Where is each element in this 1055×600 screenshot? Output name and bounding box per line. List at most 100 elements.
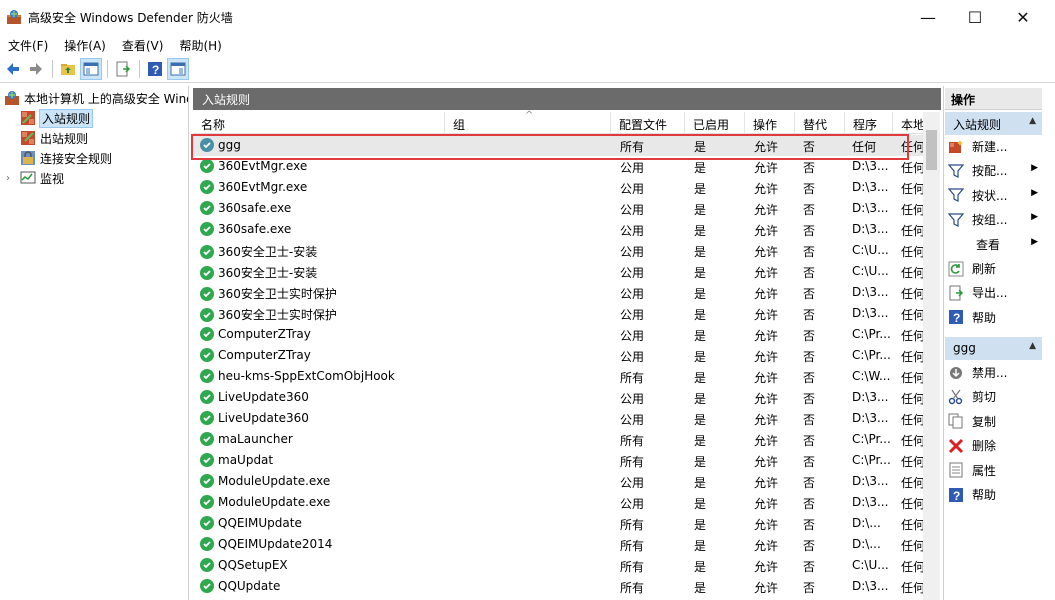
rule-profile-cell: 所有 <box>620 455 645 469</box>
action-item[interactable]: 新建... <box>948 135 1042 158</box>
toolbar-divider <box>107 60 108 78</box>
actions-section-inbound[interactable]: 入站规则 ▲ <box>945 112 1042 135</box>
rule-action-cell: 允许 <box>754 392 779 406</box>
rule-row[interactable]: ModuleUpdate.exe 公用 是 允许 否 D:\3... 任何 <box>193 492 923 513</box>
action-item[interactable]: 导出... <box>948 281 1042 304</box>
column-header-action[interactable]: 操作 <box>745 112 795 134</box>
rule-row[interactable]: 360EvtMgr.exe 公用 是 允许 否 D:\3... 任何 <box>193 177 923 198</box>
rule-name-cell: heu-kms-SppExtComObjHook <box>200 369 395 383</box>
rule-name-cell: 360safe.exe <box>200 201 291 215</box>
actions-section-selected-rule[interactable]: ggg ▲ <box>945 337 1042 360</box>
action-item[interactable]: ? 帮助 <box>948 306 1042 329</box>
action-item[interactable]: 删除 <box>948 434 1042 457</box>
rule-local-cell: 任何 <box>901 308 923 322</box>
show-action-pane-button[interactable] <box>167 58 189 80</box>
back-button[interactable] <box>2 58 24 80</box>
rule-action-cell: 允许 <box>754 161 779 175</box>
rule-local-cell: 任何 <box>901 329 923 343</box>
action-label: 新建... <box>972 140 1008 154</box>
menu-file[interactable]: 文件(F) <box>0 34 56 55</box>
column-header-enabled[interactable]: 已启用 <box>685 112 745 134</box>
close-button[interactable]: ✕ <box>1000 0 1046 34</box>
scrollbar-thumb[interactable] <box>926 130 937 170</box>
rule-row[interactable]: maUpdat 所有 是 允许 否 C:\Pr... 任何 <box>193 450 923 471</box>
rule-enabled-cell: 是 <box>694 329 707 343</box>
rule-row[interactable]: ComputerZTray 公用 是 允许 否 C:\Pr... 任何 <box>193 345 923 366</box>
rule-row[interactable]: QQUpdate 所有 是 允许 否 D:\3... 任何 <box>193 576 923 597</box>
tree-item-outbound-rules[interactable]: 出站规则 <box>20 128 88 148</box>
minimize-button[interactable]: — <box>905 0 951 34</box>
rule-row[interactable]: maLauncher 所有 是 允许 否 C:\Pr... 任何 <box>193 429 923 450</box>
maximize-button[interactable]: ☐ <box>952 0 998 34</box>
rule-action-cell: 允许 <box>754 350 779 364</box>
rule-row[interactable]: LiveUpdate360 公用 是 允许 否 D:\3... 任何 <box>193 387 923 408</box>
rule-program-cell: C:\Pr... <box>852 432 891 446</box>
column-header-override[interactable]: 替代 <box>795 112 845 134</box>
rule-name: 360安全卫士-安装 <box>218 266 318 280</box>
tree-item-label: 连接安全规则 <box>40 151 113 166</box>
rule-row[interactable]: QQEIMUpdate2014 所有 是 允许 否 D:\... 任何 <box>193 534 923 555</box>
rule-row[interactable]: LiveUpdate360 公用 是 允许 否 D:\3... 任何 <box>193 408 923 429</box>
action-item[interactable]: 刷新 <box>948 257 1042 280</box>
collapse-up-icon[interactable]: ▲ <box>1029 116 1036 126</box>
back-arrow-icon <box>7 63 19 75</box>
rule-local-cell: 任何 <box>901 539 923 553</box>
action-item[interactable]: 剪切 <box>948 385 1042 408</box>
rule-name-cell: 360EvtMgr.exe <box>200 159 307 173</box>
rule-name-cell: ModuleUpdate.exe <box>200 495 330 509</box>
menu-view[interactable]: 查看(V) <box>114 34 172 55</box>
rule-override-cell: 否 <box>803 329 816 343</box>
menu-action[interactable]: 操作(A) <box>56 34 114 55</box>
rule-local-cell: 任何 <box>901 434 923 448</box>
rule-local-cell: 任何 <box>901 392 923 406</box>
rule-row[interactable]: 360safe.exe 公用 是 允许 否 D:\3... 任何 <box>193 198 923 219</box>
column-header-program[interactable]: 程序 <box>845 112 893 134</box>
menu-help[interactable]: 帮助(H) <box>171 34 229 55</box>
outbound-rules-icon <box>20 130 36 146</box>
tree-item-monitoring[interactable]: › 监视 <box>6 168 64 188</box>
action-item[interactable]: 属性 <box>948 459 1042 482</box>
column-header-name[interactable]: 名称 <box>193 112 445 134</box>
action-item[interactable]: 按配... ▶ <box>948 159 1042 182</box>
column-header-profile[interactable]: 配置文件 <box>611 112 685 134</box>
rule-row[interactable]: QQEIMUpdate 所有 是 允许 否 D:\... 任何 <box>193 513 923 534</box>
rule-local-cell: 任何 <box>901 245 923 259</box>
rule-row[interactable]: 360安全卫士-安装 公用 是 允许 否 C:\U... 任何 <box>193 261 923 282</box>
rule-row[interactable]: QQSetupEX 所有 是 允许 否 C:\U... 任何 <box>193 555 923 576</box>
up-folder-button[interactable] <box>57 58 79 80</box>
rule-row[interactable]: 360安全卫士-安装 公用 是 允许 否 C:\U... 任何 <box>193 240 923 261</box>
help-button[interactable]: ? <box>144 58 166 80</box>
tree-item-connection-security-rules[interactable]: 连接安全规则 <box>20 148 112 168</box>
column-header-local[interactable]: 本地 <box>893 112 923 134</box>
export-list-button[interactable] <box>112 58 134 80</box>
rule-row[interactable]: ModuleUpdate.exe 公用 是 允许 否 D:\3... 任何 <box>193 471 923 492</box>
action-item[interactable]: 按组... ▶ <box>948 208 1042 231</box>
action-label: 剪切 <box>972 390 997 405</box>
rule-row[interactable]: 360安全卫士实时保护 公用 是 允许 否 D:\3... 任何 <box>193 303 923 324</box>
rule-enabled-cell: 是 <box>694 476 707 490</box>
forward-button[interactable] <box>25 58 47 80</box>
sort-ascending-icon: ^ <box>525 110 534 121</box>
action-item[interactable]: 查看 ▶ <box>948 233 1042 256</box>
action-item[interactable]: ? 帮助 <box>948 483 1042 506</box>
vertical-scrollbar[interactable] <box>923 112 940 600</box>
rule-override-cell: 否 <box>803 371 816 385</box>
rule-profile-cell: 公用 <box>620 182 645 196</box>
rule-row[interactable]: 360safe.exe 公用 是 允许 否 D:\3... 任何 <box>193 219 923 240</box>
rule-row[interactable]: heu-kms-SppExtComObjHook 所有 是 允许 否 C:\W... 任何 <box>193 366 923 387</box>
rule-name-cell: 360安全卫士实时保护 <box>200 285 337 302</box>
action-item[interactable]: 复制 <box>948 410 1042 433</box>
rule-profile-cell: 公用 <box>620 392 645 406</box>
action-item[interactable]: 禁用... <box>948 361 1042 384</box>
tree-item-inbound-rules[interactable]: 入站规则 <box>20 108 94 128</box>
rule-row[interactable]: 360安全卫士实时保护 公用 是 允许 否 D:\3... 任何 <box>193 282 923 303</box>
collapse-up-icon[interactable]: ▲ <box>1029 341 1036 351</box>
rule-row[interactable]: ComputerZTray 公用 是 允许 否 C:\Pr... 任何 <box>193 324 923 345</box>
rule-enabled-check-icon <box>200 201 214 215</box>
action-item[interactable]: 按状... ▶ <box>948 184 1042 207</box>
export-icon <box>948 285 964 301</box>
tree-root[interactable]: 本地计算机 上的高级安全 Wind <box>4 88 188 108</box>
rule-profile-cell: 公用 <box>620 308 645 322</box>
show-console-tree-button[interactable] <box>80 58 102 80</box>
expand-chevron-icon[interactable]: › <box>6 173 16 184</box>
